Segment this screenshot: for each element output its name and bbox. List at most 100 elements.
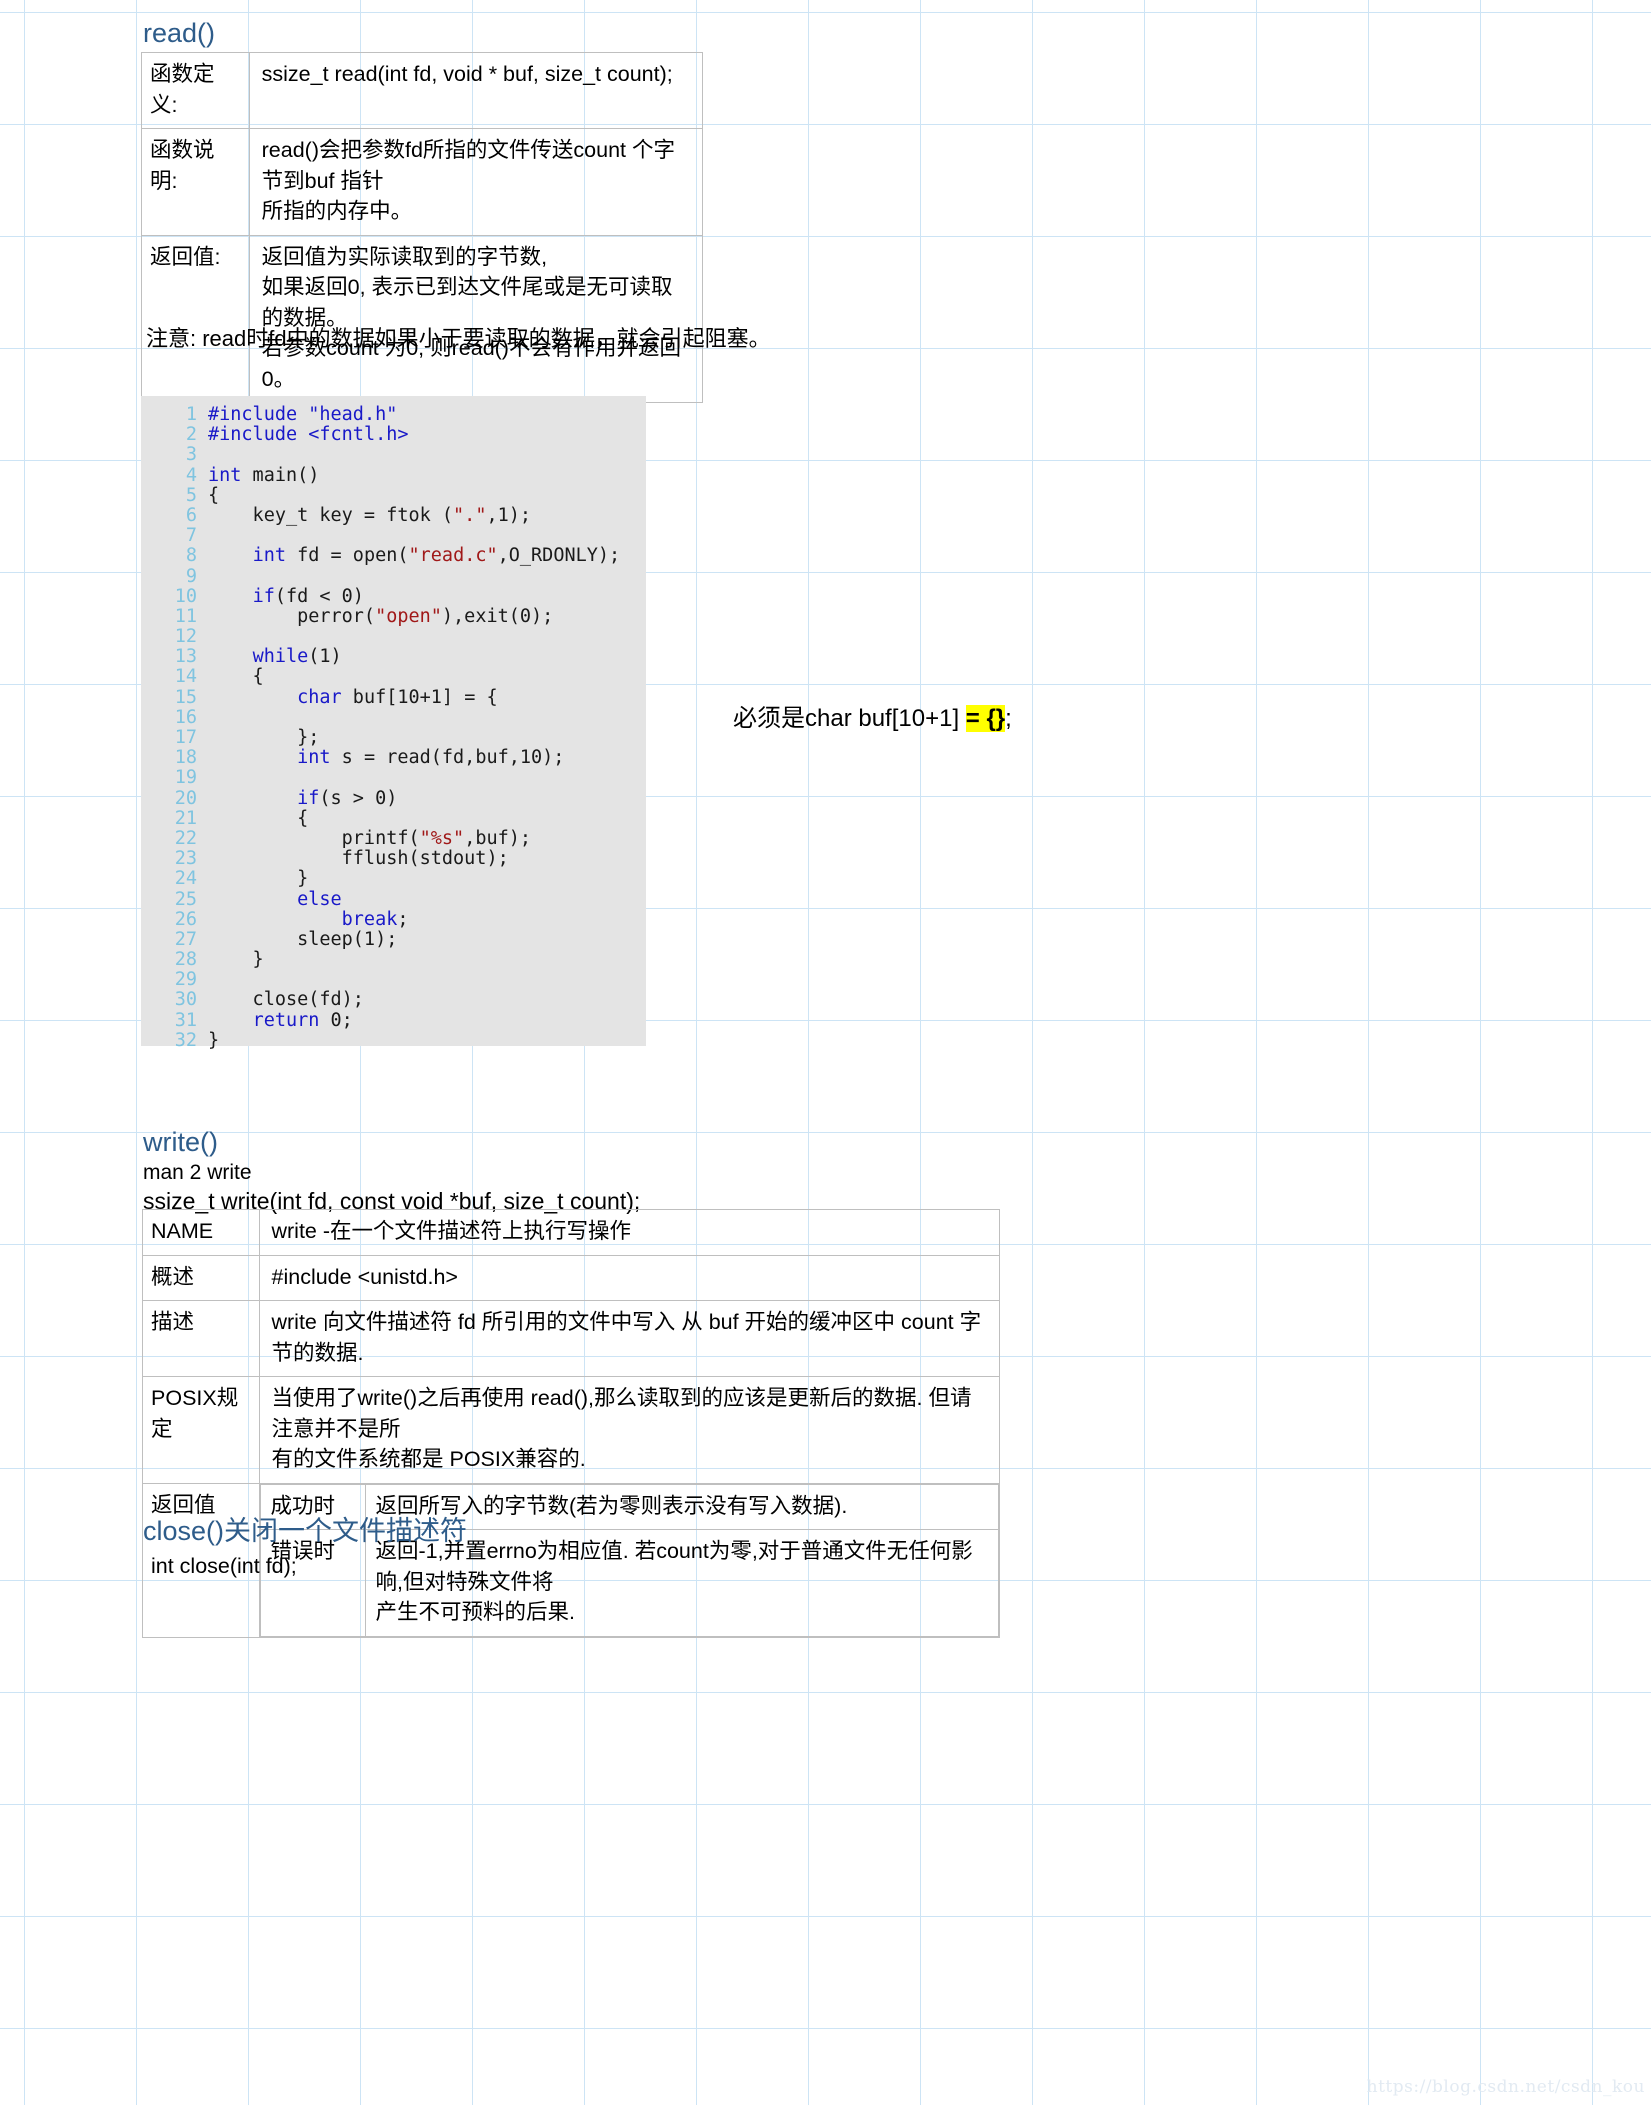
table-row: NAME write -在一个文件描述符上执行写操作 bbox=[142, 1209, 1000, 1256]
code-token: int bbox=[297, 747, 331, 769]
code-line-number: 9 bbox=[185, 565, 197, 587]
code-token: ,O_RDONLY); bbox=[497, 545, 621, 567]
code-line: 7 bbox=[141, 525, 646, 546]
blog-watermark: https://blog.csdn.net/csdn_kou bbox=[1366, 2077, 1645, 2097]
code-line: 4 int main() bbox=[141, 464, 646, 486]
close-section-header: close()关闭一个文件描述符 int close(int fd); bbox=[143, 1509, 467, 1579]
annotation-highlight: = {} bbox=[965, 705, 1006, 732]
code-line-number: 11 bbox=[174, 605, 197, 627]
code-token: 0; bbox=[319, 1009, 353, 1031]
code-line-number: 30 bbox=[174, 989, 197, 1011]
code-line-number: 6 bbox=[185, 504, 197, 526]
code-line: 1 #include "head.h" bbox=[141, 404, 646, 425]
code-line-number: 14 bbox=[174, 666, 197, 688]
code-line: 11 perror("open"),exit(0); bbox=[141, 605, 646, 627]
code-line: 8 int fd = open("read.c",O_RDONLY); bbox=[141, 546, 646, 566]
code-token: }; bbox=[208, 727, 320, 748]
code-token: close(fd); bbox=[208, 989, 364, 1011]
code-token: #include bbox=[208, 424, 309, 446]
code-token: char bbox=[297, 686, 342, 708]
code-token: "." bbox=[453, 504, 487, 526]
read-row-label: 函数定 义: bbox=[141, 51, 250, 130]
code-token: printf( bbox=[208, 827, 420, 849]
code-token: } bbox=[208, 1029, 220, 1051]
read-note-text: 注意: read时fd中的数据如果小于要读取的数据，就会引起阻塞。 bbox=[146, 326, 771, 351]
code-token: "%s" bbox=[419, 827, 465, 849]
read-row-value: ssize_t read(int fd, void * buf, size_t … bbox=[248, 51, 704, 130]
buffer-init-annotation: 必须是char buf[10+1] = {}; bbox=[733, 698, 1012, 733]
code-line: 19 bbox=[141, 768, 646, 788]
code-line: 18 int s = read(fd,buf,10); bbox=[141, 747, 646, 769]
code-line: 3 bbox=[141, 445, 646, 465]
table-row: 概述 #include <unistd.h> bbox=[142, 1254, 1000, 1302]
annotation-suffix: ; bbox=[1005, 705, 1012, 732]
code-line-number: 13 bbox=[174, 646, 197, 668]
write-row-label: NAME bbox=[142, 1209, 260, 1256]
table-row: POSIX规定 当使用了write()之后再使用 read(),那么读取到的应该是… bbox=[142, 1376, 1000, 1484]
code-token: ,buf); bbox=[464, 827, 532, 849]
annotation-prefix: 必须是char buf[10+1] bbox=[733, 705, 966, 732]
code-line: 9 bbox=[141, 565, 646, 587]
close-section-title: close()关闭一个文件描述符 bbox=[143, 1516, 468, 1546]
code-line: 29 bbox=[141, 970, 646, 990]
code-token: if bbox=[297, 787, 320, 809]
document-page: read() 函数定 义: ssize_t read(int fd, void * … bbox=[0, 0, 1651, 2105]
code-token: ; bbox=[397, 908, 409, 930]
code-line: 22 printf("%s",buf); bbox=[141, 827, 646, 849]
code-line-number: 17 bbox=[174, 727, 197, 748]
code-line-number: 22 bbox=[174, 827, 197, 849]
code-token: s = read(fd,buf,10); bbox=[330, 747, 565, 769]
code-token: (fd < 0) bbox=[274, 585, 364, 607]
code-line-number: 21 bbox=[174, 807, 197, 829]
code-token: perror( bbox=[208, 605, 376, 627]
code-token: fflush(stdout); bbox=[208, 848, 509, 870]
code-token: return bbox=[252, 1009, 320, 1031]
code-line: 14 { bbox=[141, 667, 646, 687]
code-token: sleep(1); bbox=[208, 928, 398, 950]
code-line-number: 12 bbox=[174, 626, 197, 648]
write-row-label: 描述 bbox=[142, 1300, 260, 1378]
code-line: 24 } bbox=[141, 869, 646, 889]
write-row-value: write 向文件描述符 fd 所引用的文件中写入 从 buf 开始的缓冲区中 … bbox=[258, 1300, 1000, 1378]
code-line: 25 else bbox=[141, 889, 646, 910]
code-token: fd = open( bbox=[285, 545, 409, 567]
code-token: int bbox=[208, 464, 242, 486]
code-token: <fcntl.h> bbox=[308, 424, 409, 446]
code-line: 6 key_t key = ftok (".",1); bbox=[141, 504, 646, 526]
code-line-number: 8 bbox=[185, 545, 197, 567]
table-row: 函数说 明: read()会把参数fd所指的文件传送count 个字节到buf 指针… bbox=[141, 128, 704, 236]
code-line: 13 while(1) bbox=[141, 647, 646, 667]
code-token: } bbox=[208, 868, 309, 890]
close-prototype: int close(int fd); bbox=[151, 1554, 297, 1578]
write-row-label: 概述 bbox=[142, 1254, 260, 1302]
code-line: 28 } bbox=[141, 949, 646, 971]
code-line: 27 sleep(1); bbox=[141, 928, 646, 950]
code-line: 2 #include <fcntl.h> bbox=[141, 424, 646, 446]
code-line-number: 27 bbox=[174, 928, 197, 950]
code-token: key_t key = ftok ( bbox=[208, 504, 454, 526]
code-line-number: 4 bbox=[185, 464, 197, 486]
code-token: "open" bbox=[375, 605, 442, 627]
code-token: } bbox=[208, 949, 264, 971]
code-token: break bbox=[341, 908, 398, 930]
write-row-label: POSIX规定 bbox=[142, 1376, 260, 1484]
code-token: main() bbox=[241, 464, 320, 486]
code-line-number: 32 bbox=[174, 1029, 197, 1051]
code-line-number: 31 bbox=[174, 1009, 197, 1031]
code-token: ),exit(0); bbox=[441, 605, 554, 627]
code-token: { bbox=[208, 807, 309, 829]
write-man-reference: man 2 write bbox=[143, 1161, 252, 1184]
code-token: { bbox=[208, 484, 220, 506]
read-row-value: read()会把参数fd所指的文件传送count 个字节到buf 指针 所指的内存… bbox=[248, 128, 704, 236]
table-row: 函数定 义: ssize_t read(int fd, void * buf, si… bbox=[141, 51, 704, 130]
code-line: 20 if(s > 0) bbox=[141, 787, 646, 809]
code-line-number: 3 bbox=[185, 444, 197, 466]
code-token: { bbox=[208, 666, 264, 688]
